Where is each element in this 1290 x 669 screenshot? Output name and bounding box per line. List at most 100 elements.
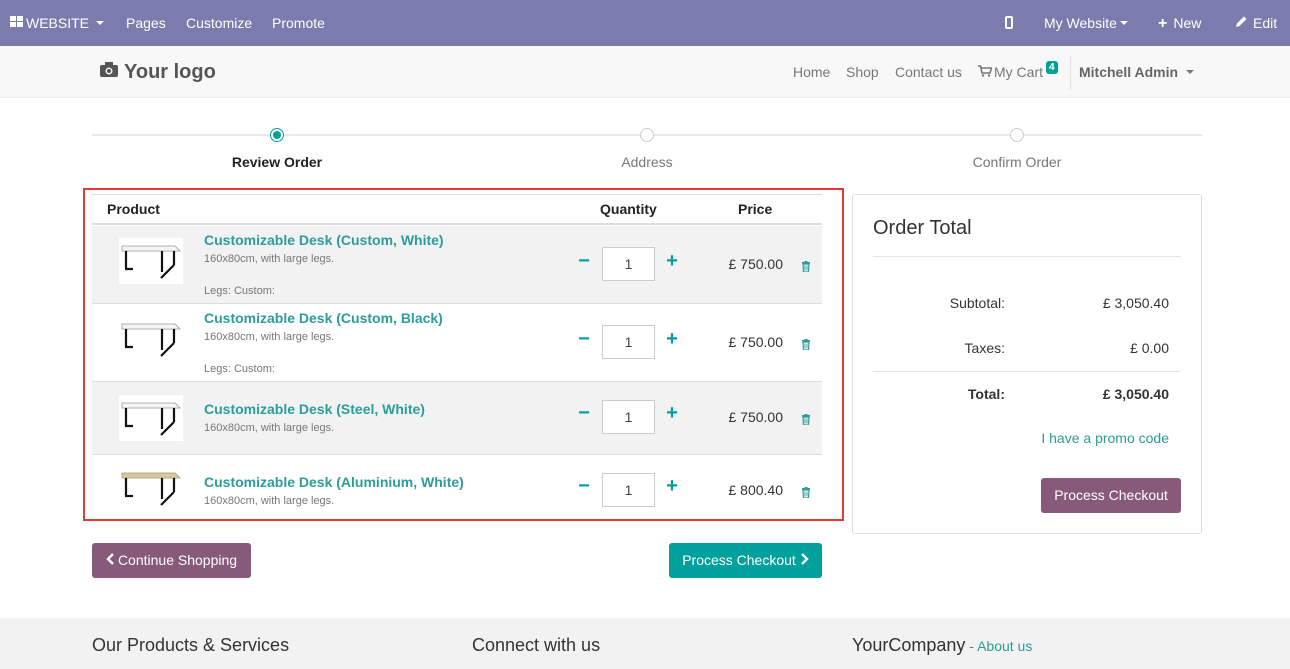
my-website-label: My Website <box>1044 15 1117 31</box>
process-checkout-side-button[interactable]: Process Checkout <box>1041 478 1181 513</box>
nav-divider <box>1070 56 1071 90</box>
step-dot-confirm-order <box>1010 128 1024 142</box>
product-image[interactable] <box>119 238 183 284</box>
cart-table-header: Product Quantity Price <box>92 194 822 225</box>
new-button[interactable]: + New <box>1158 0 1201 46</box>
product-price: £ 750.00 <box>728 334 784 350</box>
product-attribute: Legs: Custom: <box>204 285 275 297</box>
quantity-plus-button[interactable]: + <box>664 475 680 498</box>
quantity-input[interactable]: 1 <box>602 247 655 281</box>
footer-company-heading: YourCompany - About us <box>852 635 1032 656</box>
new-label: New <box>1173 15 1202 31</box>
promote-menu[interactable]: Promote <box>272 0 325 46</box>
quantity-minus-button[interactable]: − <box>576 402 592 425</box>
quantity-minus-button[interactable]: − <box>576 475 592 498</box>
product-image[interactable] <box>119 316 183 362</box>
desk-top <box>121 472 181 479</box>
step-label-confirm-order: Confirm Order <box>972 154 1062 170</box>
cart-count-badge: 4 <box>1046 61 1058 74</box>
step-label-address: Address <box>621 154 673 170</box>
company-name: YourCompany <box>852 635 966 655</box>
quantity-plus-button[interactable]: + <box>664 402 680 425</box>
trash-icon[interactable] <box>801 259 811 275</box>
chevron-down-icon <box>1186 70 1195 75</box>
quantity-input[interactable]: 1 <box>602 400 655 434</box>
site-logo[interactable]: Your logo <box>100 46 216 98</box>
order-total-title: Order Total <box>873 217 972 239</box>
product-description: 160x80cm, with large legs. <box>204 422 335 434</box>
quantity-plus-button[interactable]: + <box>664 328 680 351</box>
product-description: 160x80cm, with large legs. <box>204 253 335 265</box>
website-menu[interactable]: WEBSITE <box>10 0 105 46</box>
quantity-plus-button[interactable]: + <box>664 250 680 273</box>
header-price: Price <box>738 201 773 217</box>
product-name-link[interactable]: Customizable Desk (Steel, White) <box>204 401 425 417</box>
camera-icon <box>100 45 118 97</box>
logo-text: Your logo <box>124 61 216 83</box>
quantity-input[interactable]: 1 <box>602 325 655 359</box>
company-separator: - <box>965 638 978 654</box>
apps-grid-icon <box>10 0 23 46</box>
table-row: Customizable Desk (Aluminium, White) 160… <box>92 455 822 521</box>
about-us-link[interactable]: About us <box>977 638 1032 654</box>
nav-shop[interactable]: Shop <box>846 46 879 98</box>
promo-code-link[interactable]: I have a promo code <box>1000 430 1169 446</box>
divider <box>873 371 1181 372</box>
taxes-value: £ 0.00 <box>1130 340 1169 356</box>
pencil-icon <box>1235 0 1248 46</box>
total-label: Total: <box>967 386 1005 402</box>
my-cart-label: My Cart <box>994 64 1043 80</box>
header-product: Product <box>107 201 160 217</box>
desk-top <box>121 323 181 330</box>
product-price: £ 750.00 <box>728 409 784 425</box>
step-label-review-order: Review Order <box>231 154 323 170</box>
continue-shopping-button[interactable]: Continue Shopping <box>92 543 251 578</box>
nav-contact-us[interactable]: Contact us <box>895 46 962 98</box>
quantity-minus-button[interactable]: − <box>576 328 592 351</box>
pages-menu[interactable]: Pages <box>126 0 166 46</box>
trash-icon[interactable] <box>801 412 811 428</box>
chevron-right-icon <box>800 543 809 577</box>
mobile-preview-button[interactable] <box>1005 0 1013 46</box>
footer-connect-heading: Connect with us <box>472 635 601 655</box>
chevron-left-icon <box>106 543 115 577</box>
chevron-down-icon <box>96 21 105 26</box>
product-image[interactable] <box>119 465 183 511</box>
my-website-menu[interactable]: My Website <box>1044 0 1128 46</box>
product-attribute: Legs: Custom: <box>204 363 275 375</box>
process-checkout-label: Process Checkout <box>682 552 796 568</box>
product-name-link[interactable]: Customizable Desk (Custom, White) <box>204 232 444 248</box>
user-name: Mitchell Admin <box>1079 64 1179 80</box>
total-value: £ 3,050.40 <box>1102 386 1169 402</box>
customize-menu[interactable]: Customize <box>186 0 252 46</box>
quantity-input[interactable]: 1 <box>602 473 655 507</box>
nav-home[interactable]: Home <box>793 46 830 98</box>
product-price: £ 750.00 <box>728 256 784 272</box>
user-menu[interactable]: Mitchell Admin <box>1079 46 1195 98</box>
nav-my-cart[interactable]: My Cart 4 <box>978 46 1058 98</box>
cart-icon <box>978 46 993 98</box>
trash-icon[interactable] <box>801 485 811 501</box>
website-menu-label: WEBSITE <box>26 15 90 31</box>
footer-products-heading: Our Products & Services <box>92 635 290 655</box>
product-name-link[interactable]: Customizable Desk (Aluminium, White) <box>204 474 464 490</box>
admin-top-bar: WEBSITE Pages Customize Promote My Websi… <box>0 0 1290 46</box>
product-name-link[interactable]: Customizable Desk (Custom, Black) <box>204 310 443 326</box>
divider <box>873 256 1181 257</box>
desk-top <box>121 245 181 252</box>
product-price: £ 800.40 <box>728 482 784 498</box>
taxes-label: Taxes: <box>964 340 1005 356</box>
product-description: 160x80cm, with large legs. <box>204 331 335 343</box>
step-dot-address <box>640 128 654 142</box>
quantity-minus-button[interactable]: − <box>576 250 592 273</box>
product-image[interactable] <box>119 395 183 441</box>
edit-label: Edit <box>1253 15 1278 31</box>
process-checkout-button[interactable]: Process Checkout <box>669 543 822 578</box>
chevron-down-icon <box>1119 21 1128 26</box>
edit-button[interactable]: Edit <box>1235 0 1277 46</box>
subtotal-label: Subtotal: <box>949 295 1005 311</box>
trash-icon[interactable] <box>801 337 811 353</box>
table-row: Customizable Desk (Custom, Black) 160x80… <box>92 304 822 382</box>
continue-shopping-label: Continue Shopping <box>117 552 238 568</box>
desk-top <box>121 402 181 409</box>
